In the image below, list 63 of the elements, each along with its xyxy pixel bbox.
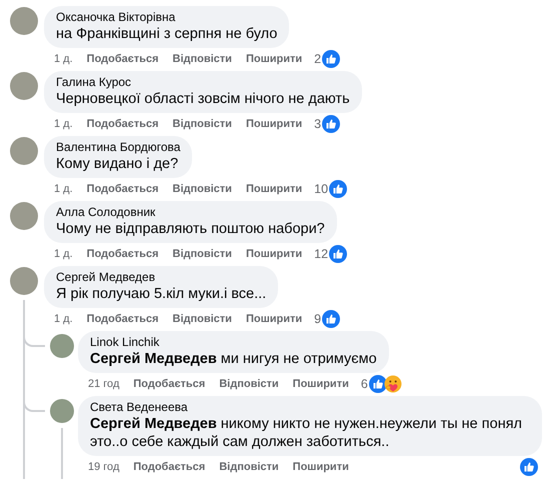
timestamp-link[interactable]: 21 год	[88, 378, 120, 390]
thumbs-up-icon	[322, 50, 340, 68]
avatar-photo[interactable]	[10, 202, 38, 230]
comment-text: Чому не відправляють поштою набори?	[56, 220, 325, 238]
comment-text: Сергей Медведев никому никто не нужен.неужели ты не понял это..о себе каждый сам должен заботиться..	[90, 415, 524, 451]
comment-action-link[interactable]: Подобається	[86, 248, 159, 260]
comment-action-link[interactable]: Поширити	[292, 461, 349, 473]
comment-action-link[interactable]: Подобається	[133, 461, 206, 473]
comment-action-link[interactable]: Поширити	[246, 53, 302, 65]
avatar-photo[interactable]	[10, 72, 38, 100]
comment-action-link[interactable]: Відповісти	[172, 248, 232, 260]
author-name[interactable]: Света Веденеева	[90, 400, 530, 415]
timestamp-link[interactable]: 1 д.	[54, 183, 73, 195]
timestamp-link[interactable]: 1 д.	[54, 313, 73, 325]
comment-action-link[interactable]: Поширити	[246, 183, 302, 195]
author-name[interactable]: Галина Курос	[56, 75, 350, 90]
comment-action-link[interactable]: Відповісти	[219, 461, 279, 473]
comment-action-link[interactable]: Подобається	[86, 313, 159, 325]
avatar-photo[interactable]	[50, 334, 74, 358]
thumbs-up-icon	[329, 245, 348, 263]
comment-text: Я рік получаю 5.кіл муки.і все...	[56, 285, 266, 303]
thumbs-up-icon	[368, 375, 387, 393]
author-name[interactable]: Linok Linchik	[90, 335, 377, 350]
comment-action-link[interactable]: Подобається	[133, 378, 206, 390]
thumbs-up-icon	[322, 310, 340, 328]
reaction-count[interactable]: 2	[314, 52, 322, 66]
avatar-photo[interactable]	[10, 7, 38, 35]
author-name[interactable]: Оксаночка Вікторівна	[56, 10, 278, 25]
author-name[interactable]: Сергей Медведев	[56, 270, 266, 285]
thumbs-up-icon	[329, 180, 348, 198]
comment-action-link[interactable]: Відповісти	[172, 53, 232, 65]
timestamp-link[interactable]: 1 д.	[54, 53, 73, 65]
timestamp-link[interactable]: 1 д.	[54, 118, 73, 130]
comment-action-link[interactable]: Відповісти	[172, 118, 232, 130]
comment-action-link[interactable]: Подобається	[86, 118, 159, 130]
comment-action-link[interactable]: Поширити	[246, 118, 302, 130]
comment-action-link[interactable]: Подобається	[86, 53, 159, 65]
comment-text: Кому видано і де?	[56, 155, 180, 173]
avatar-photo[interactable]	[50, 399, 74, 423]
comment-action-link[interactable]: Відповісти	[172, 183, 232, 195]
timestamp-link[interactable]: 1 д.	[54, 248, 73, 260]
author-name[interactable]: Алла Солодовник	[56, 205, 325, 220]
timestamp-link[interactable]: 19 год	[88, 461, 120, 473]
comment-action-link[interactable]: Відповісти	[172, 313, 232, 325]
comment-text: Черновецкої області зовсім нічого не дають	[56, 90, 350, 108]
author-name[interactable]: Валентина Бордюгова	[56, 140, 180, 155]
comment-action-link[interactable]: Поширити	[292, 378, 349, 390]
comment-action-link[interactable]: Поширити	[246, 248, 302, 260]
comment-action-link[interactable]: Відповісти	[219, 378, 279, 390]
comment-action-link[interactable]: Подобається	[86, 183, 159, 195]
reaction-count[interactable]: 10	[314, 182, 328, 196]
comment-text: на Франківщині з серпня не було	[56, 25, 278, 43]
reaction-count[interactable]: 12	[314, 247, 328, 261]
thumbs-up-icon	[322, 115, 340, 133]
avatar-photo[interactable]	[10, 267, 38, 295]
thumbs-up-icon	[520, 458, 538, 476]
comment-action-link[interactable]: Поширити	[246, 313, 302, 325]
reaction-count[interactable]: 9	[314, 312, 322, 326]
avatar-photo[interactable]	[10, 137, 38, 165]
comment-text: Сергей Медведев ми нигуя не отримуємо	[90, 350, 377, 368]
reaction-count[interactable]: 6	[360, 377, 368, 391]
hugging-face-icon	[384, 375, 402, 393]
reaction-count[interactable]: 3	[314, 117, 322, 131]
